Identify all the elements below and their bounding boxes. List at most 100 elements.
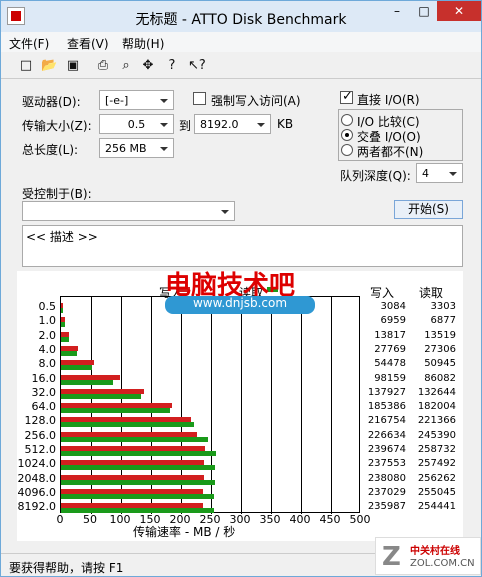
menu-help[interactable]: 帮助(H) [122, 35, 164, 52]
x-tick-label: 50 [83, 513, 97, 526]
y-tick-label: 1024.0 [17, 457, 57, 471]
read-bar [61, 436, 209, 442]
corner-logo: Z 中关村在线 ZOL.COM.CN [375, 537, 481, 575]
description-box[interactable]: << 描述 >> [22, 225, 463, 267]
main-window: 无标题 - ATTO Disk Benchmark – □ ✕ 文件(F) 查看… [0, 0, 482, 577]
start-button[interactable]: 开始(S) [394, 200, 463, 219]
write-value: 3084 [380, 301, 406, 312]
minimize-button[interactable]: – [383, 1, 411, 21]
y-tick-label: 4.0 [38, 342, 57, 356]
write-value: 54478 [374, 358, 406, 370]
x-axis-label: 传输速率 - MB / 秒 [133, 525, 236, 539]
x-tick-label: 0 [56, 513, 64, 526]
drive-select[interactable]: [-e-] [99, 90, 174, 110]
overlap-io-radio[interactable] [341, 129, 353, 141]
read-bar [61, 393, 141, 399]
direct-io-label: 直接 I/O(R) [357, 93, 420, 107]
preview-icon[interactable]: ⌕ [118, 58, 134, 74]
read-bar [61, 322, 66, 328]
read-bar [61, 451, 217, 456]
y-tick-label: 16.0 [31, 371, 57, 385]
to-label: 到 [179, 119, 192, 133]
watermark: 电脑技术吧 www.dnjsb.com [165, 263, 315, 317]
transfer-label: 传输大小(Z): [22, 119, 92, 133]
x-tick-label: 500 [349, 513, 371, 526]
read-bar [61, 479, 215, 485]
open-icon[interactable]: 📂 [41, 58, 57, 74]
transfer-from-select[interactable]: 0.5 [99, 114, 174, 134]
controlled-by-select[interactable] [22, 201, 235, 221]
write-value: 185386 [367, 401, 406, 413]
y-tick-label: 2.0 [38, 328, 57, 342]
read-value: 6877 [430, 315, 456, 327]
direct-io-checkbox[interactable] [340, 89, 353, 104]
read-value: 3303 [430, 301, 456, 312]
read-value: 27306 [424, 343, 456, 355]
y-tick-label: 8.0 [38, 357, 57, 371]
read-bar [61, 465, 216, 471]
read-bar [61, 408, 171, 414]
force-write-checkbox[interactable] [193, 92, 206, 105]
controlled-by-label: 受控制于(B): [22, 187, 92, 201]
read-value: 13519 [424, 329, 456, 341]
context-help-icon[interactable]: ↖? [188, 58, 206, 74]
y-tick-label: 512.0 [24, 443, 57, 456]
y-tick-label: 32.0 [31, 385, 57, 399]
length-label: 总长度(L): [22, 143, 79, 157]
x-tick-label: 100 [109, 513, 131, 526]
write-value: 216754 [367, 415, 406, 427]
io-compare-radio[interactable] [341, 114, 353, 126]
maximize-button[interactable]: □ [411, 1, 437, 21]
help-icon[interactable]: ? [164, 58, 180, 74]
x-tick-label: 350 [259, 513, 281, 526]
kb-unit: KB [277, 117, 294, 131]
y-tick-label: 4096.0 [17, 485, 57, 499]
write-value: 13817 [374, 329, 406, 341]
zol-mark-icon: Z [382, 542, 401, 572]
corner-logo-text2: ZOL.COM.CN [410, 558, 475, 569]
read-value: 258732 [417, 444, 456, 455]
status-text: 要获得帮助，请按 F1 [9, 561, 124, 575]
write-value: 27769 [374, 343, 406, 355]
read-value: 182004 [417, 401, 456, 413]
watermark-url: www.dnjsb.com [165, 296, 315, 314]
print-icon[interactable]: ⎙ [95, 58, 111, 74]
read-value: 256262 [417, 472, 456, 484]
menu-bar: 文件(F) 查看(V) 帮助(H) [1, 32, 481, 52]
menu-view[interactable]: 查看(V) [67, 35, 109, 52]
read-value: 257492 [417, 458, 456, 470]
corner-logo-text1: 中关村在线 [410, 546, 460, 557]
neither-label: 两者都不(N) [357, 145, 424, 159]
read-bar [61, 336, 70, 342]
bar-chart [60, 296, 360, 514]
read-value: 50945 [424, 358, 456, 370]
length-select[interactable]: 256 MB [99, 138, 174, 158]
x-tick-label: 450 [319, 513, 341, 526]
y-tick-label: 64.0 [31, 400, 57, 414]
read-bar [61, 350, 78, 356]
x-tick-label: 400 [289, 513, 311, 526]
y-tick-label: 256.0 [24, 428, 57, 442]
title-bar: 无标题 - ATTO Disk Benchmark – □ ✕ [1, 1, 481, 32]
transfer-to-select[interactable]: 8192.0 [194, 114, 271, 134]
move-icon[interactable]: ✥ [140, 58, 156, 74]
write-value: 98159 [374, 372, 406, 384]
write-column-header: 写入 [370, 286, 395, 300]
write-value: 226634 [367, 429, 406, 441]
neither-radio[interactable] [341, 144, 353, 156]
y-tick-label: 2048.0 [17, 471, 57, 485]
close-button[interactable]: ✕ [437, 1, 481, 21]
read-column-header: 读取 [419, 286, 444, 300]
queue-depth-select[interactable]: 4 [416, 163, 463, 183]
drive-label: 驱动器(D): [22, 95, 81, 109]
force-write-label: 强制写入访问(A) [211, 94, 301, 108]
y-tick-label: 1.0 [38, 314, 57, 328]
grid-line [271, 297, 272, 514]
new-icon[interactable]: □ [18, 58, 34, 74]
read-value: 254441 [417, 501, 456, 513]
menu-file[interactable]: 文件(F) [9, 35, 49, 52]
grid-line [331, 297, 332, 514]
write-value: 235987 [367, 501, 406, 513]
save-icon[interactable]: ▣ [65, 58, 81, 74]
write-value: 237029 [367, 486, 406, 498]
